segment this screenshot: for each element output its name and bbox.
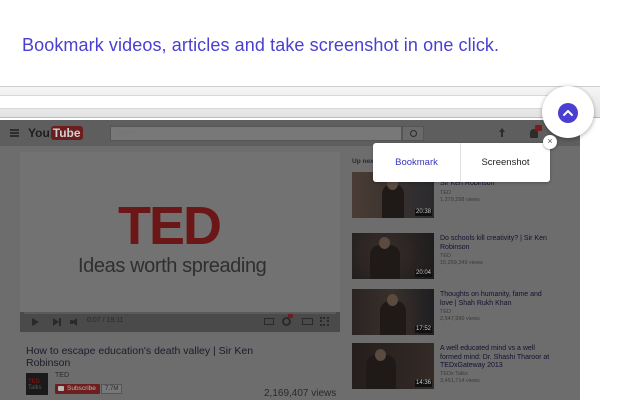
subscribe-button[interactable]: Subscribe (55, 384, 100, 394)
bookmark-button[interactable]: Bookmark (373, 143, 460, 182)
search-icon[interactable] (402, 126, 424, 141)
view-count: 2,169,407 views (264, 388, 337, 399)
search-input[interactable] (110, 126, 402, 141)
recommendation-title[interactable]: Do schools kill creativity? | Sir Ken Ro… (440, 235, 552, 252)
duration-badge: 20:38 (414, 209, 432, 216)
upload-icon[interactable] (498, 128, 505, 138)
recommendation-channel: TED (440, 190, 451, 196)
player-controls: 0:07 / 19:11 (20, 312, 340, 332)
channel-name[interactable]: TED (55, 372, 69, 379)
screenshot-button[interactable]: Screenshot (461, 143, 550, 182)
fullscreen-icon[interactable] (320, 317, 329, 326)
recommendation-views: 2,547,990 views (440, 316, 480, 322)
next-icon[interactable] (53, 318, 62, 326)
notification-badge (535, 125, 542, 131)
recommendation-views: 3,451,714 views (440, 378, 480, 384)
extension-button[interactable] (542, 86, 594, 138)
ted-logo: TED (118, 196, 222, 256)
logo-you-text: You (28, 126, 50, 140)
browser-address-strip (0, 95, 560, 109)
duration-badge: 17:52 (414, 326, 432, 333)
youtube-logo[interactable]: You Tube (28, 126, 83, 140)
video-title: How to escape education's death valley |… (26, 345, 254, 369)
recommendation-views: 15,259,349 views (440, 260, 483, 266)
duration-badge: 20:04 (414, 270, 432, 277)
menu-icon[interactable] (10, 129, 19, 137)
video-thumbnail[interactable]: 14:36 (352, 343, 434, 389)
volume-icon[interactable] (70, 318, 80, 326)
chevron-up-icon (558, 103, 578, 123)
subscriber-count: 7.7M (101, 384, 123, 394)
video-player[interactable]: TED Ideas worth spreading 0:07 / 19:11 (20, 152, 340, 332)
headline: Bookmark videos, articles and take scree… (22, 35, 500, 55)
extension-popup: Bookmark Screenshot (373, 143, 550, 182)
time-display: 0:07 / 19:11 (87, 317, 124, 324)
play-icon[interactable] (32, 318, 39, 326)
recommendation-channel: TEDx Talks (440, 371, 468, 377)
list-item[interactable]: 17:52 Thoughts on humanity, fame and lov… (352, 289, 552, 336)
logo-tube-text: Tube (50, 126, 83, 140)
recommendation-channel: TED (440, 309, 451, 315)
ted-tagline: Ideas worth spreading (78, 255, 267, 277)
list-item[interactable]: 14:36 A well educated mind vs a well for… (352, 343, 552, 399)
recommendation-title[interactable]: Thoughts on humanity, fame and love | Sh… (440, 291, 552, 308)
duration-badge: 14:36 (414, 380, 432, 387)
avatar-text-line2: Talks (28, 385, 42, 391)
settings-icon[interactable] (282, 314, 293, 326)
browser-toolbar (0, 86, 600, 118)
recommendation-views: 1,279,298 views (440, 197, 480, 203)
recommendation-title[interactable]: A well educated mind vs a well formed mi… (440, 345, 552, 371)
channel-avatar[interactable]: TED Talks (26, 373, 48, 395)
close-icon[interactable]: × (543, 135, 557, 149)
theater-mode-icon[interactable] (302, 318, 313, 325)
video-thumbnail[interactable]: 17:52 (352, 289, 434, 335)
recommendation-channel: TED (440, 253, 451, 259)
video-thumbnail[interactable]: 20:04 (352, 233, 434, 279)
captions-icon[interactable] (264, 318, 274, 325)
list-item[interactable]: 20:04 Do schools kill creativity? | Sir … (352, 233, 552, 280)
promo-canvas: Bookmark videos, articles and take scree… (0, 0, 640, 400)
